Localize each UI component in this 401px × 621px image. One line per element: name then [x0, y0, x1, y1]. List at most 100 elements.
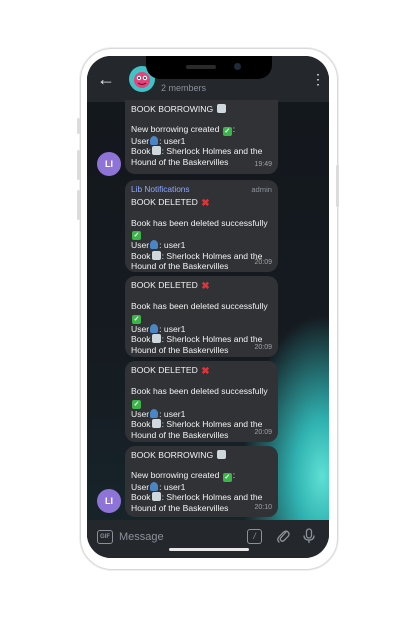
line-text: New borrowing created	[131, 469, 220, 480]
user-value: : user1	[159, 481, 186, 492]
message-bubble[interactable]: Lib Notifications admin BOOK DELETED ✖ B…	[125, 180, 278, 272]
camera	[234, 63, 241, 70]
cross-mark-icon: ✖	[201, 366, 210, 377]
message-bubble[interactable]: BOOK BORROWING New borrowing created ✓: …	[125, 100, 278, 174]
book-icon	[151, 334, 161, 344]
check-line: ✓	[131, 397, 272, 409]
book-line: Book : Sherlock Holmes and the	[131, 250, 272, 262]
book-icon	[151, 250, 161, 260]
volume-down-button	[77, 190, 80, 220]
book-line: Book : Sherlock Holmes and the	[131, 334, 272, 345]
book-icon	[151, 146, 161, 156]
paperclip-svg	[277, 530, 290, 543]
gif-button[interactable]: GIF	[97, 530, 113, 544]
user-line: User : user1	[131, 323, 272, 335]
message-line: Book has been deleted successfully	[131, 386, 268, 396]
slash-command-icon[interactable]: /	[247, 529, 262, 544]
book-line-2: Hound of the Baskervilles	[131, 344, 229, 355]
check-line: ✓	[131, 228, 272, 241]
check-mark-icon: ✓	[132, 231, 141, 241]
message-bubble[interactable]: BOOK DELETED ✖ Book has been deleted suc…	[125, 361, 278, 442]
power-button	[336, 165, 339, 207]
book-prefix: Book	[131, 250, 151, 261]
book-line-2: Hound of the Baskervilles	[131, 429, 229, 440]
open-book-icon	[216, 450, 226, 459]
book-line: Book : Sherlock Holmes and the	[131, 419, 272, 430]
message-line: New borrowing created ✓:	[131, 469, 236, 482]
title-text: BOOK BORROWING	[131, 104, 214, 114]
avatar[interactable]: LI	[97, 152, 121, 176]
message-time: 19:49	[254, 161, 272, 169]
book-line: Book : Sherlock Holmes and the	[131, 146, 272, 157]
user-prefix: User	[131, 408, 150, 419]
book-value: : Sherlock Holmes and the	[161, 419, 263, 430]
more-vertical-icon[interactable]: ⋮	[311, 70, 325, 88]
person-icon	[150, 135, 159, 145]
title-text: BOOK DELETED	[131, 196, 198, 207]
book-icon	[151, 419, 161, 429]
message-time: 20:10	[254, 504, 272, 512]
home-indicator[interactable]	[169, 548, 249, 551]
check-mark-icon: ✓	[132, 314, 141, 324]
message-line: Book has been deleted successfully	[131, 301, 268, 311]
book-prefix: Book	[131, 492, 151, 503]
person-icon	[150, 408, 159, 418]
microphone-icon[interactable]	[302, 528, 316, 544]
user-prefix: User	[131, 323, 150, 334]
user-prefix: User	[131, 135, 150, 146]
avatar[interactable]: LI	[97, 489, 121, 513]
sender-role: admin	[251, 185, 272, 194]
arrow-left-icon[interactable]: ←	[96, 69, 116, 89]
silent-switch	[77, 118, 80, 134]
microphone-svg	[303, 528, 315, 543]
user-prefix: User	[131, 240, 150, 251]
user-value: : user1	[159, 240, 186, 251]
notch	[146, 56, 272, 79]
screen: ← 2 members ⋮ BOOK BORROWING New borrowi…	[87, 56, 329, 558]
user-value: : user1	[159, 408, 186, 419]
title-text: BOOK DELETED	[131, 365, 198, 375]
book-line-2: Hound of the Baskervilles	[131, 156, 229, 167]
message-bubble[interactable]: BOOK DELETED ✖ Book has been deleted suc…	[125, 276, 278, 357]
book-line-2: Hound of the Baskervilles	[131, 502, 229, 513]
cross-mark-icon: ✖	[201, 197, 210, 209]
person-icon	[150, 481, 159, 491]
message-composer: GIF /	[87, 520, 329, 558]
member-count: 2 members	[161, 83, 207, 93]
check-line: ✓	[131, 312, 272, 324]
user-line: User : user1	[131, 408, 272, 420]
book-value: : Sherlock Holmes and the	[161, 250, 263, 261]
person-icon	[150, 323, 159, 333]
book-line: Book : Sherlock Holmes and the	[131, 492, 272, 503]
book-icon	[151, 492, 161, 502]
message-time: 20:09	[254, 344, 272, 352]
speaker	[186, 65, 216, 69]
user-value: : user1	[159, 323, 186, 334]
book-value: : Sherlock Holmes and the	[161, 492, 263, 503]
message-time: 20:09	[254, 429, 272, 437]
book-value: : Sherlock Holmes and the	[161, 334, 263, 345]
message-title: BOOK BORROWING	[131, 450, 272, 461]
volume-up-button	[77, 150, 80, 180]
message-bubble[interactable]: BOOK BORROWING New borrowing created ✓ : …	[125, 446, 278, 517]
message-title: BOOK DELETED ✖	[131, 280, 272, 292]
book-value: : Sherlock Holmes and the	[161, 146, 263, 157]
message-line: Book has been deleted successfully	[131, 217, 268, 228]
book-prefix: Book	[131, 146, 151, 157]
user-line: User : user1	[131, 240, 272, 251]
user-line: User: user1	[131, 481, 272, 493]
message-input[interactable]	[119, 527, 239, 547]
check-mark-icon: ✓	[132, 399, 141, 409]
book-prefix: Book	[131, 419, 151, 430]
check-mark-icon: ✓	[222, 472, 232, 482]
paperclip-icon[interactable]	[276, 528, 290, 547]
message-time: 20:09	[254, 259, 272, 267]
person-icon	[150, 240, 159, 250]
book-line-2: Hound of the Baskervilles	[131, 261, 229, 272]
open-book-icon	[216, 104, 226, 113]
book-prefix: Book	[131, 334, 151, 345]
line-text: New borrowing created	[131, 123, 220, 134]
message-title: BOOK DELETED ✖	[131, 365, 272, 377]
message-line: New borrowing created ✓:	[131, 123, 236, 136]
title-text: BOOK BORROWING	[131, 450, 214, 460]
